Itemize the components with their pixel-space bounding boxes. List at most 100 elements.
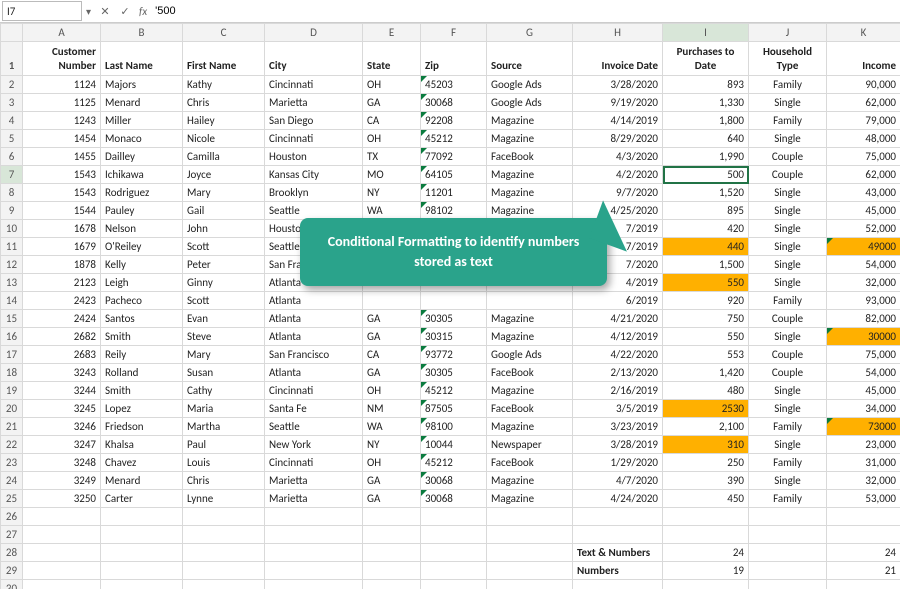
cell-D15[interactable]: Atlanta	[265, 310, 363, 328]
cell-K21[interactable]: 73000	[827, 418, 900, 436]
cell-G4[interactable]: Magazine	[487, 112, 573, 130]
column-header-D[interactable]: D	[265, 24, 363, 42]
cell-J23[interactable]: Family	[749, 454, 827, 472]
cell-F7[interactable]: 64105	[421, 166, 487, 184]
cell-B5[interactable]: Monaco	[101, 130, 183, 148]
row-header-10[interactable]: 10	[1, 220, 23, 238]
cell-D30[interactable]	[265, 580, 363, 589]
cell-J17[interactable]: Couple	[749, 346, 827, 364]
cell-H4[interactable]: 4/14/2019	[573, 112, 663, 130]
cell-K23[interactable]: 31,000	[827, 454, 900, 472]
row-header-25[interactable]: 25	[1, 490, 23, 508]
row-header-14[interactable]: 14	[1, 292, 23, 310]
cell-G5[interactable]: Magazine	[487, 130, 573, 148]
cell-C21[interactable]: Martha	[183, 418, 265, 436]
cell-G30[interactable]	[487, 580, 573, 589]
cell-J3[interactable]: Single	[749, 94, 827, 112]
row-header-18[interactable]: 18	[1, 364, 23, 382]
cell-F27[interactable]	[421, 526, 487, 544]
cell-I11[interactable]: 440	[663, 238, 749, 256]
cell-I6[interactable]: 1,990	[663, 148, 749, 166]
cell-E18[interactable]: GA	[363, 364, 421, 382]
cell-J2[interactable]: Family	[749, 76, 827, 94]
cell-H15[interactable]: 4/21/2020	[573, 310, 663, 328]
row-header-2[interactable]: 2	[1, 76, 23, 94]
cell-K3[interactable]: 62,000	[827, 94, 900, 112]
cell-A24[interactable]: 3249	[23, 472, 101, 490]
column-header-H[interactable]: H	[573, 24, 663, 42]
cell-H29[interactable]: Numbers	[573, 562, 663, 580]
cell-D29[interactable]	[265, 562, 363, 580]
column-header-A[interactable]: A	[23, 24, 101, 42]
cell-B7[interactable]: Ichikawa	[101, 166, 183, 184]
cell-F23[interactable]: 45212	[421, 454, 487, 472]
cell-F5[interactable]: 45212	[421, 130, 487, 148]
cell-K30[interactable]	[827, 580, 900, 589]
row-header-21[interactable]: 21	[1, 418, 23, 436]
cell-A28[interactable]	[23, 544, 101, 562]
cell-C16[interactable]: Steve	[183, 328, 265, 346]
cell-K22[interactable]: 23,000	[827, 436, 900, 454]
cell-H18[interactable]: 2/13/2020	[573, 364, 663, 382]
cell-G21[interactable]: Magazine	[487, 418, 573, 436]
cell-I22[interactable]: 310	[663, 436, 749, 454]
cell-J7[interactable]: Couple	[749, 166, 827, 184]
cell-H24[interactable]: 4/7/2020	[573, 472, 663, 490]
row-header-26[interactable]: 26	[1, 508, 23, 526]
cell-I10[interactable]: 420	[663, 220, 749, 238]
cell-E22[interactable]: NY	[363, 436, 421, 454]
cell-A3[interactable]: 1125	[23, 94, 101, 112]
cell-I25[interactable]: 450	[663, 490, 749, 508]
row-header-19[interactable]: 19	[1, 382, 23, 400]
cell-J5[interactable]: Single	[749, 130, 827, 148]
header-cell-C[interactable]: First Name	[183, 42, 265, 76]
cell-B22[interactable]: Khalsa	[101, 436, 183, 454]
cell-A13[interactable]: 2123	[23, 274, 101, 292]
cell-J30[interactable]	[749, 580, 827, 589]
row-header-30[interactable]: 30	[1, 580, 23, 589]
row-header-9[interactable]: 9	[1, 202, 23, 220]
row-header-3[interactable]: 3	[1, 94, 23, 112]
cell-K9[interactable]: 45,000	[827, 202, 900, 220]
row-header-5[interactable]: 5	[1, 130, 23, 148]
cell-J4[interactable]: Family	[749, 112, 827, 130]
cell-J28[interactable]	[749, 544, 827, 562]
cell-D4[interactable]: San Diego	[265, 112, 363, 130]
cell-F6[interactable]: 77092	[421, 148, 487, 166]
row-header-6[interactable]: 6	[1, 148, 23, 166]
cell-C29[interactable]	[183, 562, 265, 580]
cell-E3[interactable]: GA	[363, 94, 421, 112]
row-header-20[interactable]: 20	[1, 400, 23, 418]
cell-D18[interactable]: Atlanta	[265, 364, 363, 382]
cell-G9[interactable]: Magazine	[487, 202, 573, 220]
cell-E27[interactable]	[363, 526, 421, 544]
row-header-17[interactable]: 17	[1, 346, 23, 364]
cell-C19[interactable]: Cathy	[183, 382, 265, 400]
cell-I23[interactable]: 250	[663, 454, 749, 472]
column-header-B[interactable]: B	[101, 24, 183, 42]
cell-A8[interactable]: 1543	[23, 184, 101, 202]
cell-A21[interactable]: 3246	[23, 418, 101, 436]
cell-D25[interactable]: Marietta	[265, 490, 363, 508]
cell-A12[interactable]: 1878	[23, 256, 101, 274]
cell-E6[interactable]: TX	[363, 148, 421, 166]
cell-B29[interactable]	[101, 562, 183, 580]
cell-I20[interactable]: 2530	[663, 400, 749, 418]
cell-I5[interactable]: 640	[663, 130, 749, 148]
cell-I28[interactable]: 24	[663, 544, 749, 562]
cell-G14[interactable]	[487, 292, 573, 310]
header-cell-A[interactable]: Customer Number	[23, 42, 101, 76]
cell-A11[interactable]: 1679	[23, 238, 101, 256]
cell-E16[interactable]: GA	[363, 328, 421, 346]
cell-B21[interactable]: Friedson	[101, 418, 183, 436]
row-header-16[interactable]: 16	[1, 328, 23, 346]
cell-G17[interactable]: Google Ads	[487, 346, 573, 364]
cell-B17[interactable]: Reily	[101, 346, 183, 364]
cell-I29[interactable]: 19	[663, 562, 749, 580]
cell-A7[interactable]: 1543	[23, 166, 101, 184]
column-header-E[interactable]: E	[363, 24, 421, 42]
column-header-I[interactable]: I	[663, 24, 749, 42]
cancel-formula-icon[interactable]: ✕	[97, 2, 113, 20]
cell-G26[interactable]	[487, 508, 573, 526]
cell-B10[interactable]: Nelson	[101, 220, 183, 238]
